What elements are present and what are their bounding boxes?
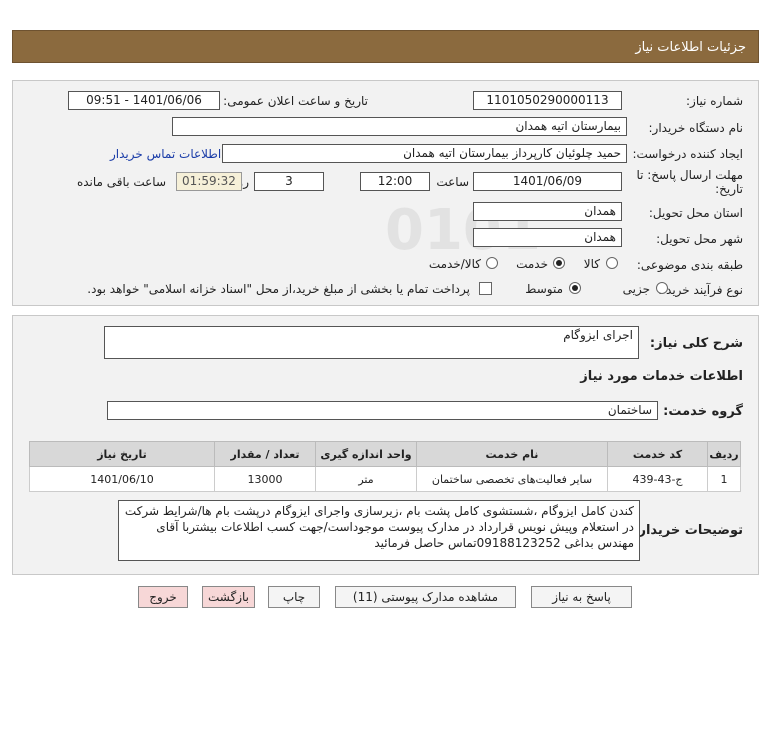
category-label: طبقه بندی موضوعی: <box>636 258 743 272</box>
attachments-button[interactable]: مشاهده مدارک پیوستی (11) <box>335 586 516 608</box>
process-label: نوع فرآیند خرید : <box>658 283 743 297</box>
announce-field[interactable]: 1401/06/06 - 09:51 <box>68 91 220 110</box>
back-button[interactable]: بازگشت <box>202 586 255 608</box>
need-number-field[interactable]: 1101050290000113 <box>473 91 622 110</box>
announce-label: تاریخ و ساعت اعلان عمومی: <box>223 94 368 108</box>
buyer-label: نام دستگاه خریدار: <box>648 121 744 135</box>
category-option-goods-service: کالا/خدمت <box>428 257 481 271</box>
days-field[interactable]: 3 <box>254 172 324 191</box>
process-option-partial: جزیی <box>622 282 650 296</box>
deadline-time-label: ساعت <box>436 175 469 189</box>
print-button[interactable]: چاپ <box>268 586 320 608</box>
services-table: ردیف کد خدمت نام خدمت واحد اندازه گیری ت… <box>29 441 741 492</box>
deadline-label: مهلت ارسال پاسخ: تا <box>636 168 743 182</box>
cell-need-date: 1401/06/10 <box>29 466 215 492</box>
col-unit: واحد اندازه گیری <box>315 441 417 467</box>
cell-quantity: 13000 <box>214 466 316 492</box>
process-radio-medium[interactable] <box>569 282 581 294</box>
province-field[interactable]: همدان <box>473 202 622 221</box>
col-quantity: تعداد / مقدار <box>214 441 316 467</box>
cell-unit: متر <box>315 466 417 492</box>
cell-service-code: ج-43-439 <box>607 466 708 492</box>
remaining-time-field: 01:59:32 <box>176 172 242 191</box>
exit-button[interactable]: خروج <box>138 586 188 608</box>
summary-label: شرح کلی نیاز: <box>649 336 743 351</box>
remaining-label: ساعت باقی مانده <box>76 175 166 189</box>
col-service-name: نام خدمت <box>416 441 608 467</box>
process-option-medium: متوسط <box>525 282 563 296</box>
province-label: استان محل تحویل: <box>648 206 743 220</box>
buyer-notes-label: توضیحات خریدار: <box>633 523 743 538</box>
category-option-goods: کالا <box>583 257 600 271</box>
col-row: ردیف <box>707 441 741 467</box>
deadline-time-field[interactable]: 12:00 <box>360 172 430 191</box>
need-info-panel <box>12 80 759 306</box>
category-radio-goods[interactable] <box>606 257 618 269</box>
deadline-date-field[interactable]: 1401/06/09 <box>473 172 622 191</box>
summary-field[interactable]: اجرای ایزوگام <box>104 326 639 359</box>
reply-button[interactable]: پاسخ به نیاز <box>531 586 632 608</box>
process-radio-partial[interactable] <box>656 282 668 294</box>
treasury-checkbox[interactable] <box>479 282 492 295</box>
category-radio-service[interactable] <box>553 257 565 269</box>
need-number-label: شماره نیاز: <box>686 94 743 108</box>
cell-row: 1 <box>707 466 741 492</box>
city-field[interactable]: همدان <box>473 228 622 247</box>
page-header: جزئیات اطلاعات نیاز <box>12 30 759 63</box>
page-title: جزئیات اطلاعات نیاز <box>635 40 746 55</box>
cell-service-name: سایر فعالیت‌های تخصصی ساختمان <box>416 466 608 492</box>
buyer-contact-link[interactable]: اطلاعات تماس خریدار <box>110 147 221 161</box>
deadline-label-date: تاریخ: <box>715 182 743 196</box>
category-radio-goods-service[interactable] <box>486 257 498 269</box>
buyer-field[interactable]: بیمارستان اتیه همدان <box>172 117 627 136</box>
buyer-notes-field[interactable]: کندن کامل ایزوگام ،شستشوی کامل پشت بام ،… <box>118 500 640 561</box>
col-need-date: تاریخ نیاز <box>29 441 215 467</box>
col-service-code: کد خدمت <box>607 441 708 467</box>
service-group-field[interactable]: ساختمان <box>107 401 658 420</box>
creator-field[interactable]: حمید چلوئیان کارپرداز بیمارستان اتیه همد… <box>222 144 627 163</box>
table-row[interactable]: 1 ج-43-439 سایر فعالیت‌های تخصصی ساختمان… <box>29 466 741 492</box>
creator-label: ایجاد کننده درخواست: <box>632 147 743 161</box>
category-option-service: خدمت <box>516 257 548 271</box>
city-label: شهر محل تحویل: <box>656 232 743 246</box>
payment-note: پرداخت تمام یا بخشی از مبلغ خرید،از محل … <box>87 282 470 296</box>
services-heading: اطلاعات خدمات مورد نیاز <box>580 369 743 384</box>
table-header-row: ردیف کد خدمت نام خدمت واحد اندازه گیری ت… <box>29 441 741 467</box>
service-group-label: گروه خدمت: <box>663 404 743 419</box>
